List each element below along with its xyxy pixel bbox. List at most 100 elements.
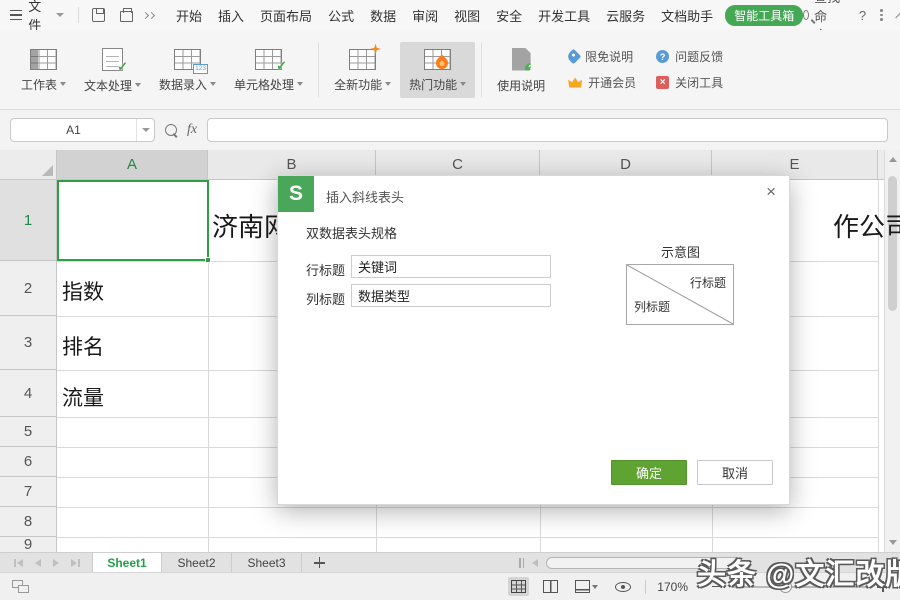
menu-security[interactable]: 安全	[488, 6, 530, 25]
menu-doc-assistant[interactable]: 文档助手	[653, 6, 721, 25]
eye-icon	[615, 582, 631, 592]
file-menu[interactable]: 文件	[28, 0, 49, 34]
fx-icon[interactable]: fx	[187, 122, 197, 138]
data-entry-button[interactable]: 123 数据录入	[150, 42, 225, 98]
col-title-label: 列标题	[306, 289, 345, 308]
row-header-5[interactable]: 5	[0, 417, 57, 447]
column-header-a[interactable]: A	[57, 150, 208, 180]
print-icon[interactable]	[120, 11, 133, 22]
tag-icon	[566, 49, 582, 65]
name-box-dropdown[interactable]	[136, 119, 154, 141]
chevron-down-icon[interactable]	[56, 13, 64, 17]
table-check-icon: ✓	[255, 49, 282, 70]
normal-view-button[interactable]	[508, 577, 529, 596]
insert-diagonal-header-dialog: S 插入斜线表头 × 双数据表头规格 行标题 列标题 示意图 行标题 列标题 确…	[277, 175, 790, 505]
text-processing-label: 文本处理	[84, 77, 132, 94]
membership-link[interactable]: 开通会员	[568, 74, 636, 91]
row-header-8[interactable]: 8	[0, 507, 57, 537]
col-title-input[interactable]	[351, 284, 551, 307]
page-layout-view-button[interactable]	[572, 577, 601, 596]
close-tool-icon: ×	[656, 76, 669, 89]
cancel-button[interactable]: 取消	[697, 460, 773, 485]
collapse-ribbon-icon[interactable]	[895, 13, 900, 21]
menu-home[interactable]: 开始	[168, 6, 210, 25]
wps-spreadsheet-window: 文件 开始 插入 页面布局 公式 数据 审阅 视图 安全 开发工具 云服务 文档…	[0, 0, 900, 600]
row-header-3[interactable]: 3	[0, 316, 57, 370]
reading-view-button[interactable]	[612, 579, 634, 595]
scroll-up-icon[interactable]	[889, 157, 897, 162]
usage-help-label: 使用说明	[497, 77, 545, 94]
row-header-2[interactable]: 2	[0, 261, 57, 316]
cell-text-a2: 指数	[62, 276, 104, 306]
sheet-tab-1-active[interactable]: Sheet1	[92, 553, 162, 572]
menu-cloud[interactable]: 云服务	[598, 6, 653, 25]
worksheet-button[interactable]: 工作表	[12, 42, 75, 98]
shapes-icon[interactable]	[12, 580, 30, 594]
hamburger-menu-icon[interactable]	[10, 10, 22, 21]
zoom-level[interactable]: 170%	[657, 580, 688, 594]
select-all-corner[interactable]	[0, 150, 57, 180]
feedback-link[interactable]: ? 问题反馈	[656, 48, 723, 65]
new-features-button[interactable]: 全新功能	[325, 42, 400, 98]
hot-features-button-selected[interactable]: 热门功能	[400, 42, 475, 98]
menu-formulas[interactable]: 公式	[320, 6, 362, 25]
feedback-label: 问题反馈	[675, 48, 723, 65]
sheet-tab-3[interactable]: Sheet3	[232, 553, 302, 572]
ok-button[interactable]: 确定	[611, 460, 687, 485]
add-sheet-button[interactable]	[302, 553, 336, 572]
row-header-4[interactable]: 4	[0, 370, 57, 417]
formula-input[interactable]	[207, 118, 888, 142]
page-layout-icon	[575, 580, 590, 593]
row-header-1[interactable]: 1	[0, 180, 57, 261]
more-options-icon[interactable]	[880, 9, 883, 21]
fill-handle[interactable]	[205, 257, 211, 263]
hot-features-label: 热门功能	[409, 76, 457, 93]
save-icon[interactable]	[92, 8, 105, 22]
preview-diagonal-cell: 行标题 列标题	[626, 264, 734, 325]
row-title-input[interactable]	[351, 255, 551, 278]
cell-text-e1: 作公司	[833, 207, 900, 244]
ribbon-links: 限免说明 ? 问题反馈 开通会员 × 关闭工具	[568, 48, 723, 91]
close-tool-label: 关闭工具	[675, 74, 723, 91]
sheet-navigation	[0, 553, 92, 572]
menu-bar: 文件 开始 插入 页面布局 公式 数据 审阅 视图 安全 开发工具 云服务 文档…	[0, 0, 900, 30]
row-header-9[interactable]: 9	[0, 537, 57, 552]
menu-review[interactable]: 审阅	[404, 6, 446, 25]
ribbon-divider	[318, 43, 319, 97]
row-header-6[interactable]: 6	[0, 447, 57, 477]
watermark-text: 头条 @文汇改版网	[697, 551, 900, 593]
last-sheet-icon[interactable]	[71, 559, 80, 567]
selected-cell-a1[interactable]	[57, 180, 209, 261]
close-tool-link[interactable]: × 关闭工具	[656, 74, 723, 91]
scroll-left-icon[interactable]	[532, 559, 538, 567]
usage-help-button[interactable]: ? 使用说明	[488, 41, 554, 99]
menu-view[interactable]: 视图	[446, 6, 488, 25]
menu-insert[interactable]: 插入	[210, 6, 252, 25]
limited-free-link[interactable]: 限免说明	[568, 48, 636, 65]
name-box[interactable]: A1	[10, 118, 155, 142]
menu-data[interactable]: 数据	[362, 6, 404, 25]
question-circle-icon: ?	[656, 50, 669, 63]
row-header-7[interactable]: 7	[0, 477, 57, 507]
table-123-icon: 123	[174, 49, 201, 70]
menu-page-layout[interactable]: 页面布局	[252, 6, 320, 25]
text-processing-button[interactable]: ✓ 文本处理	[75, 41, 150, 99]
help-button[interactable]: ?	[859, 8, 866, 23]
scrollbar-grip-icon[interactable]	[519, 558, 524, 568]
zoom-search-icon[interactable]	[165, 124, 177, 136]
membership-label: 开通会员	[588, 74, 636, 91]
first-sheet-icon[interactable]	[14, 559, 23, 567]
grid-view-icon	[511, 580, 526, 593]
scroll-down-icon[interactable]	[889, 540, 897, 545]
sheet-tab-2[interactable]: Sheet2	[162, 553, 232, 572]
more-commands-icon[interactable]	[143, 13, 154, 18]
document-check-icon: ✓	[102, 48, 123, 71]
next-sheet-icon[interactable]	[53, 559, 59, 567]
cell-text-a4: 流量	[62, 382, 104, 412]
cell-processing-button[interactable]: ✓ 单元格处理	[225, 42, 312, 98]
prev-sheet-icon[interactable]	[35, 559, 41, 567]
page-break-view-button[interactable]	[540, 577, 561, 596]
menu-dev-tools[interactable]: 开发工具	[530, 6, 598, 25]
dialog-close-icon[interactable]: ×	[766, 183, 776, 200]
menu-smart-toolbox-active[interactable]: 智能工具箱	[725, 5, 803, 26]
